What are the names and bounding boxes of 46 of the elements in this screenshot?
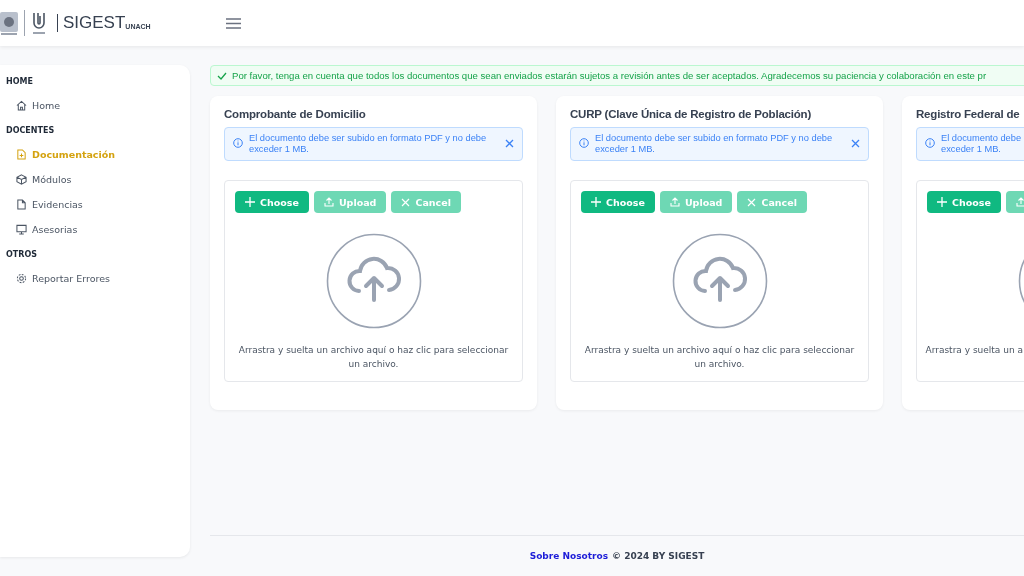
info-icon [233, 138, 243, 148]
file-icon [16, 199, 27, 210]
monitor-icon [16, 224, 27, 235]
drop-instructions: Arrastra y suelta un a [925, 344, 1024, 357]
drop-instructions: Arrastra y suelta un archivo aquí o haz clic para seleccionar un archivo. [237, 344, 510, 371]
info-text: El documento debe ser subido en formato PDF y no debe exceder 1 MB. [249, 133, 488, 155]
plus-icon [245, 197, 255, 207]
section-heading: OTROS [6, 249, 38, 261]
card-title: Comprobante de Domicilio [224, 108, 367, 120]
info-icon [925, 138, 935, 148]
upload-icon [1015, 197, 1024, 207]
cloud-upload-icon [325, 233, 422, 329]
info-icon [579, 138, 589, 148]
sidebar-item[interactable]: Módulos [6, 167, 190, 192]
check-icon [217, 71, 227, 80]
sidebar-item[interactable]: Reportar Errores [6, 266, 190, 291]
section-heading: HOME [6, 76, 34, 88]
close-icon [401, 197, 411, 207]
university-seal-icon [0, 10, 18, 36]
home-icon [16, 100, 27, 111]
copyright-text: © 2024 BY SIGEST [612, 551, 705, 561]
cloud-upload-icon [671, 233, 768, 329]
notice-text: Por favor, tenga en cuenta que todos los documentos que sean enviados estarán sujetos a revisión antes de ser aceptados. Agradecemos su paciencia y colaboración en este pr [232, 70, 987, 81]
menu-icon[interactable] [225, 17, 241, 29]
sidebar-item[interactable]: Home [6, 93, 190, 118]
close-icon [747, 197, 757, 207]
close-icon[interactable] [851, 139, 860, 148]
card-title: CURP (Clave Única de Registro de Población) [570, 108, 813, 120]
app-brand: SIGEST [63, 13, 126, 33]
institution-logo-icon [31, 10, 47, 36]
plus-icon [591, 197, 601, 207]
info-text: El documento debe exceder 1 MB. [941, 133, 1023, 155]
sidebar-item[interactable]: Asesorias [6, 217, 190, 242]
card-title: Registro Federal de [916, 108, 1021, 120]
settings-icon [16, 273, 27, 284]
info-text: El documento debe ser subido en formato PDF y no debe exceder 1 MB. [595, 133, 834, 155]
cube-icon [16, 174, 27, 185]
sidebar-item[interactable]: Evidencias [6, 192, 190, 217]
upload-icon [323, 197, 334, 207]
about-link[interactable]: Sobre Nosotros [529, 551, 608, 561]
section-heading: DOCENTES [6, 125, 56, 137]
plus-icon [937, 197, 947, 207]
upload-icon [669, 197, 680, 207]
drop-instructions: Arrastra y suelta un archivo aquí o haz clic para seleccionar un archivo. [583, 344, 856, 371]
close-icon[interactable] [505, 139, 514, 148]
document-icon [16, 149, 27, 160]
